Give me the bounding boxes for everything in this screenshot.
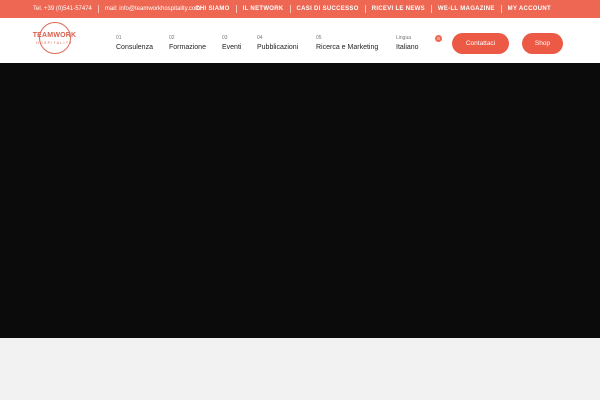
page-background-strip: [0, 338, 600, 400]
language-selector[interactable]: Lingua Italiano: [396, 35, 419, 51]
contact-button[interactable]: Contattaci: [452, 33, 509, 54]
menu-item-label: Eventi: [222, 44, 242, 51]
divider: [430, 5, 432, 13]
menu-item-pubblicazioni[interactable]: 04 Pubblicazioni: [257, 35, 298, 51]
menu-item-ricerca-e-marketing[interactable]: 05 Ricerca e Marketing: [316, 35, 378, 51]
menu-item-number: 04: [257, 35, 263, 41]
email-link[interactable]: mail: info@teamworkhospitality.com: [105, 6, 200, 12]
menu-item-number: 01: [116, 35, 122, 41]
top-bar: Tel. +39 (0)541-57474 mail: info@teamwor…: [0, 0, 600, 18]
top-nav-my-account[interactable]: MY ACCOUNT: [508, 6, 551, 12]
top-nav-il-network[interactable]: IL NETWORK: [243, 6, 284, 12]
divider: [500, 5, 502, 13]
top-nav-casi-di-successo[interactable]: CASI DI SUCCESSO: [297, 6, 359, 12]
menu-item-eventi[interactable]: 03 Eventi: [222, 35, 241, 51]
contact-info: Tel. +39 (0)541-57474 mail: info@teamwor…: [33, 0, 200, 18]
logo-line-2: HOSPITALITY: [36, 41, 73, 45]
language-caption: Lingua: [396, 35, 412, 41]
language-value: Italiano: [396, 44, 419, 51]
phone-link[interactable]: Tel. +39 (0)541-57474: [33, 6, 92, 12]
cart-count-badge[interactable]: 0: [435, 35, 442, 42]
menu-item-number: 02: [169, 35, 175, 41]
menu-item-label: Pubblicazioni: [257, 44, 299, 51]
divider: [364, 5, 366, 13]
menu-item-label: Ricerca e Marketing: [316, 44, 379, 51]
divider: [235, 5, 237, 13]
menu-item-number: 03: [222, 35, 228, 41]
top-nav-ricevi-le-news[interactable]: RICEVI LE NEWS: [372, 6, 425, 12]
top-nav: CHI SIAMO IL NETWORK CASI DI SUCCESSO RI…: [195, 0, 551, 18]
hero-video-area: [0, 63, 600, 338]
top-nav-we-ll-magazine[interactable]: WE-LL MAGAZINE: [438, 6, 495, 12]
logo-line-1: TEAMWORK: [32, 32, 77, 39]
teamwork-hospitality-logo[interactable]: TEAMWORK HOSPITALITY: [32, 22, 77, 60]
top-nav-chi-siamo[interactable]: CHI SIAMO: [195, 6, 229, 12]
main-header: TEAMWORK HOSPITALITY 01 Consulenza 02 Fo…: [0, 18, 600, 63]
divider: [289, 5, 291, 13]
menu-item-label: Consulenza: [116, 44, 153, 51]
menu-item-number: 05: [316, 35, 322, 41]
menu-item-formazione[interactable]: 02 Formazione: [169, 35, 206, 51]
menu-item-consulenza[interactable]: 01 Consulenza: [116, 35, 153, 51]
shop-button[interactable]: Shop: [522, 33, 563, 54]
menu-item-label: Formazione: [169, 44, 206, 51]
divider: [97, 5, 99, 13]
